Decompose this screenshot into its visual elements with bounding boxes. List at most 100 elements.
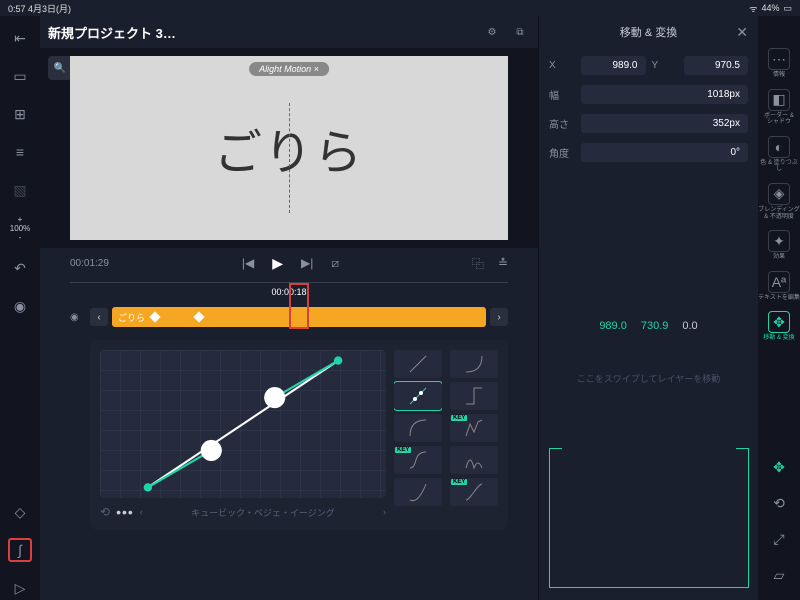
swipe-hint: ここをスワイプしてレイヤーを移動 bbox=[539, 372, 758, 385]
move-icon: ✥ bbox=[768, 311, 790, 333]
status-bar: 0:57 4月3日(月) ᯤ 44% ▭ bbox=[0, 0, 800, 16]
watermark: Alight Motion × bbox=[249, 62, 329, 76]
status-date: 4月3日(月) bbox=[28, 4, 71, 14]
close-icon[interactable]: ✕ bbox=[736, 24, 748, 41]
preset-col-1: KEY bbox=[394, 350, 442, 520]
key-badge: KEY bbox=[451, 479, 467, 485]
preset-easeout[interactable] bbox=[450, 350, 498, 378]
skew-tool[interactable]: ▱ bbox=[768, 564, 790, 586]
canvas[interactable]: Alight Motion × ごりら bbox=[70, 56, 508, 240]
angle-value[interactable]: 0° bbox=[581, 143, 748, 162]
height-label: 高さ bbox=[549, 116, 575, 131]
easing-graph[interactable] bbox=[100, 350, 386, 498]
far-right-toolbar: ⋯情報 ◧ボーダー & シャドウ ◐色 & 塗りつぶし ◈ブレンディング & 不… bbox=[758, 16, 800, 600]
play-outline-tool[interactable]: ▷ bbox=[8, 576, 32, 600]
swipe-bracket[interactable] bbox=[549, 448, 749, 588]
play-button[interactable]: ▶ bbox=[272, 255, 283, 272]
skip-end-icon[interactable]: ▶| bbox=[301, 256, 313, 270]
layers-tool[interactable]: ≡ bbox=[8, 140, 32, 164]
preset-elastic[interactable]: KEY bbox=[450, 414, 498, 442]
key-badge: KEY bbox=[395, 447, 411, 453]
wifi-icon: ᯤ bbox=[749, 2, 757, 15]
effects-tab[interactable]: ✦効果 bbox=[768, 230, 790, 261]
preset-custom[interactable]: KEY bbox=[450, 478, 498, 506]
x-value[interactable]: 989.0 bbox=[581, 56, 646, 75]
scale-tool[interactable]: ⤢ bbox=[768, 528, 790, 550]
info-tab[interactable]: ⋯情報 bbox=[768, 48, 790, 79]
eye-icon[interactable]: ◉ bbox=[70, 312, 86, 323]
magnify-button[interactable]: 🔍 bbox=[48, 56, 72, 80]
preset-bounce[interactable] bbox=[450, 446, 498, 474]
equalizer-icon[interactable]: ≛ bbox=[498, 256, 508, 270]
move-tool[interactable]: ✥ bbox=[768, 456, 790, 478]
track-prev[interactable]: ‹ bbox=[90, 308, 108, 326]
width-label: 幅 bbox=[549, 87, 575, 102]
copy-icon[interactable]: ⿻ bbox=[472, 255, 484, 272]
bookmark-icon[interactable]: ⧄ bbox=[331, 256, 339, 271]
width-value[interactable]: 1018px bbox=[581, 85, 748, 104]
track-next[interactable]: › bbox=[490, 308, 508, 326]
border-icon: ◧ bbox=[768, 89, 790, 111]
left-toolbar: ⇤ ▭ ⊞ ≡ ▧ + 100% - ↶ ◉ ◇ ∫ ▷ bbox=[0, 16, 40, 600]
text-tab[interactable]: Aªテキストを編集 bbox=[758, 271, 800, 302]
preset-back[interactable] bbox=[394, 478, 442, 506]
camera-tool[interactable]: ▧ bbox=[8, 178, 32, 202]
playback-bar: 00:01:29 |◀ ▶ ▶| ⧄ ⿻ ≛ bbox=[40, 248, 538, 278]
visibility-tool[interactable]: ◉ bbox=[8, 294, 32, 318]
coord-z: 0.0 bbox=[682, 320, 697, 332]
preset-step[interactable] bbox=[450, 382, 498, 410]
easing-next[interactable]: › bbox=[383, 507, 386, 517]
zoom-control[interactable]: + 100% - bbox=[10, 216, 30, 242]
project-title: 新規プロジェクト 3… bbox=[48, 23, 474, 42]
current-time: 00:01:29 bbox=[70, 258, 109, 269]
keyframe-icon[interactable] bbox=[193, 311, 204, 322]
preset-spring[interactable]: KEY bbox=[394, 446, 442, 474]
more-icon[interactable]: ••• bbox=[116, 504, 134, 520]
preset-bezier[interactable] bbox=[394, 382, 442, 410]
panel-title: 移動 & 変換 bbox=[620, 24, 677, 40]
x-label: X bbox=[549, 60, 575, 71]
share-icon[interactable]: ⧉ bbox=[510, 22, 530, 42]
skip-start-icon[interactable]: |◀ bbox=[242, 256, 254, 270]
height-value[interactable]: 352px bbox=[581, 114, 748, 133]
easing-tool[interactable]: ∫ bbox=[8, 538, 32, 562]
rotate-tool[interactable]: ⟲ bbox=[768, 492, 790, 514]
clip[interactable]: ごりら bbox=[112, 307, 486, 327]
coord-x: 989.0 bbox=[599, 320, 627, 332]
keyframe-icon[interactable] bbox=[149, 311, 160, 322]
blend-icon: ◈ bbox=[768, 183, 790, 205]
sparkle-icon: ✦ bbox=[768, 230, 790, 252]
fill-icon: ◐ bbox=[768, 136, 790, 158]
easing-prev[interactable]: ‹ bbox=[140, 507, 143, 517]
coord-readout: 989.0 730.9 0.0 bbox=[539, 320, 758, 332]
battery-pct: 44% bbox=[761, 3, 779, 13]
canvas-text[interactable]: ごりら bbox=[214, 113, 364, 183]
border-tab[interactable]: ◧ボーダー & シャドウ bbox=[764, 89, 794, 126]
timeline[interactable]: 00:00:18 ◉ ‹ ごりら › bbox=[40, 278, 538, 332]
key-badge: KEY bbox=[451, 415, 467, 421]
dots-icon: ⋯ bbox=[768, 48, 790, 70]
grid-tool[interactable]: ⊞ bbox=[8, 102, 32, 126]
clip-label: ごりら bbox=[118, 311, 145, 324]
y-label: Y bbox=[652, 60, 678, 71]
track-row: ◉ ‹ ごりら › bbox=[70, 306, 508, 328]
battery-icon: ▭ bbox=[783, 3, 792, 14]
preset-linear[interactable] bbox=[394, 350, 442, 378]
easing-panel: ⟲ ••• ‹ キュービック・ベジェ・イージング › KEY KEY K bbox=[90, 340, 508, 530]
fill-tab[interactable]: ◐色 & 塗りつぶし bbox=[758, 136, 800, 173]
preset-easein[interactable] bbox=[394, 414, 442, 442]
move-tab[interactable]: ✥移動 & 変換 bbox=[763, 311, 794, 342]
text-icon: Aª bbox=[768, 271, 790, 293]
back-button[interactable]: ⇤ bbox=[8, 26, 32, 50]
blend-tab[interactable]: ◈ブレンディング & 不透明度 bbox=[758, 183, 800, 220]
app-header: 新規プロジェクト 3… ⚙ ⧉ bbox=[40, 16, 538, 48]
settings-icon[interactable]: ⚙ bbox=[482, 22, 502, 42]
playhead-marker[interactable] bbox=[289, 283, 309, 329]
keyframe-diamond-tool[interactable]: ◇ bbox=[8, 500, 32, 524]
coord-y: 730.9 bbox=[641, 320, 669, 332]
aspect-tool[interactable]: ▭ bbox=[8, 64, 32, 88]
undo-tool[interactable]: ↶ bbox=[8, 256, 32, 280]
preset-col-2: KEY KEY bbox=[450, 350, 498, 520]
loop-icon[interactable]: ⟲ bbox=[100, 505, 110, 519]
y-value[interactable]: 970.5 bbox=[684, 56, 749, 75]
